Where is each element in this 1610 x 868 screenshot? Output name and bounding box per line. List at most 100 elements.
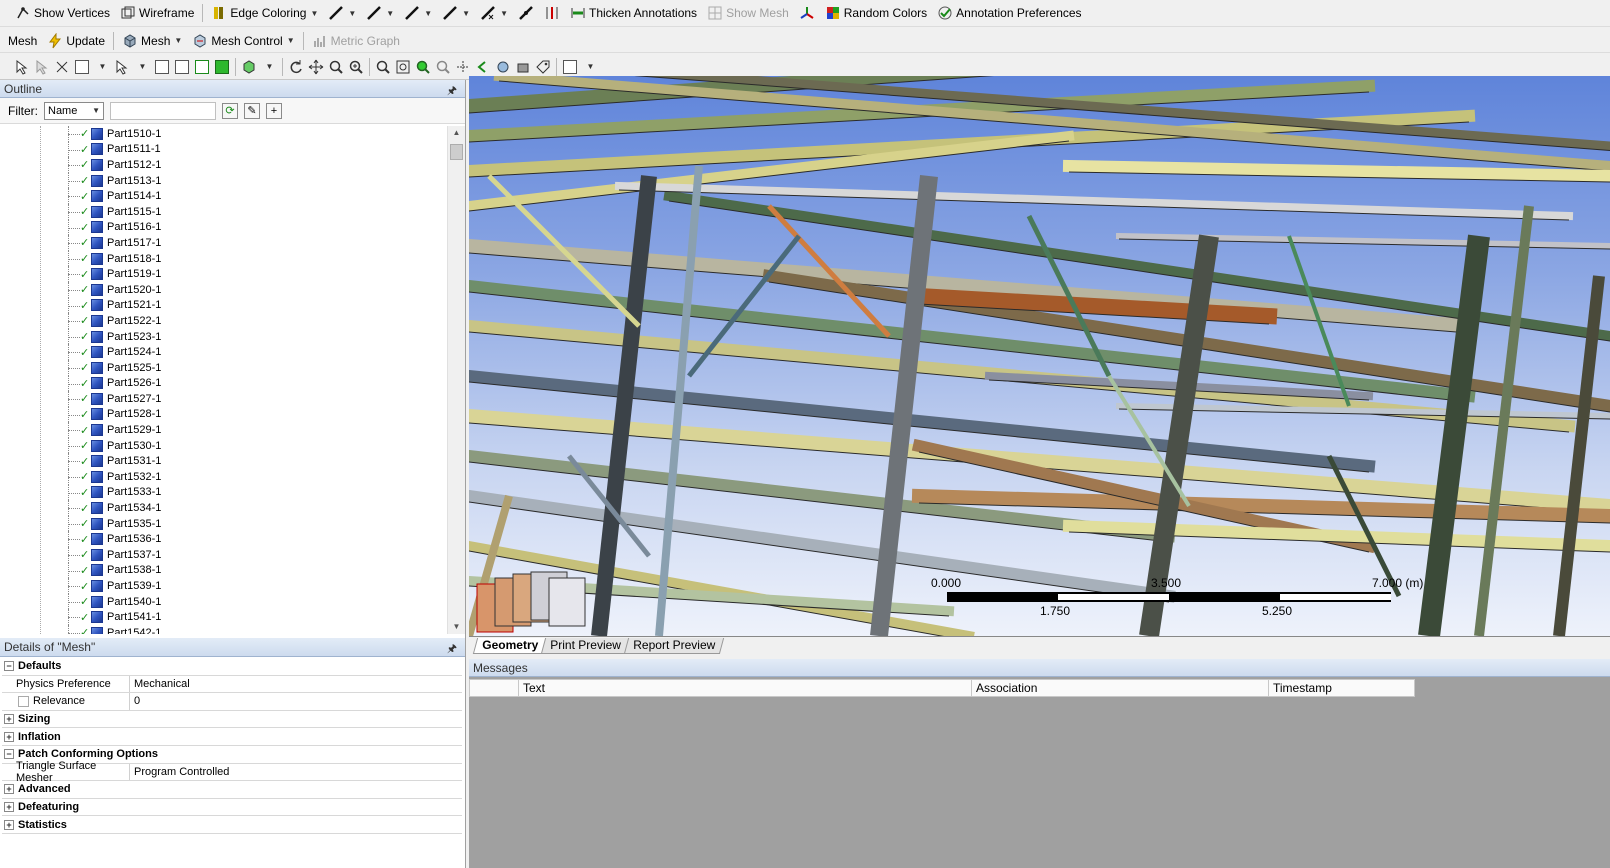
details-group-row[interactable]: + Inflation [2, 728, 462, 746]
details-property-row[interactable]: Relevance 0 [2, 693, 462, 711]
tree-item[interactable]: ✓ Part1513-1 [0, 172, 446, 189]
tree-item[interactable]: ✓ Part1528-1 [0, 406, 446, 423]
details-group-row[interactable]: + Sizing [2, 711, 462, 729]
property-value[interactable]: 0 [130, 695, 140, 707]
show-mesh-button[interactable]: Show Mesh [702, 2, 794, 24]
tree-item[interactable]: ✓ Part1518-1 [0, 250, 446, 267]
tree-item[interactable]: ✓ Part1531-1 [0, 453, 446, 469]
chevron-down-icon[interactable]: ▼ [132, 57, 152, 77]
tree-item[interactable]: ✓ Part1515-1 [0, 203, 446, 220]
scroll-down-icon[interactable]: ▼ [448, 620, 465, 634]
tree-item[interactable]: ✓ Part1536-1 [0, 531, 446, 547]
tree-item[interactable]: ✓ Part1526-1 [0, 375, 446, 392]
rotate-icon[interactable] [286, 57, 306, 77]
magnifier-window-icon[interactable] [453, 57, 473, 77]
tree-item[interactable]: ✓ Part1510-1 [0, 126, 446, 142]
tree-item[interactable]: ✓ Part1517-1 [0, 235, 446, 251]
tree-item[interactable]: ✓ Part1535-1 [0, 515, 446, 532]
select-body-icon[interactable] [192, 57, 212, 77]
mesh-control-button[interactable]: Mesh Control ▼ [187, 30, 299, 52]
next-view-icon[interactable] [493, 57, 513, 77]
zoom-icon[interactable] [326, 57, 346, 77]
column-timestamp[interactable]: Timestamp [1269, 679, 1415, 697]
tree-item[interactable]: ✓ Part1530-1 [0, 437, 446, 454]
tag-icon[interactable] [533, 57, 553, 77]
tree-item[interactable]: ✓ Part1534-1 [0, 500, 446, 516]
previous-view-icon[interactable] [473, 57, 493, 77]
annotation-preferences-button[interactable]: Annotation Preferences [932, 2, 1086, 24]
select-mode-icon[interactable] [12, 57, 32, 77]
details-group-row[interactable]: + Defeaturing [2, 799, 462, 817]
filter-select[interactable]: Name ▼ [44, 101, 104, 120]
random-colors-button[interactable]: Random Colors [820, 2, 932, 24]
tree-item[interactable]: ✓ Part1542-1 [0, 625, 446, 634]
select-edge-icon[interactable] [152, 57, 172, 77]
tree-item[interactable]: ✓ Part1511-1 [0, 141, 446, 158]
column-text[interactable]: Text [519, 679, 972, 697]
chevron-down-icon[interactable]: ▼ [259, 57, 279, 77]
scroll-thumb[interactable] [450, 144, 463, 160]
clear-filter-icon[interactable]: ✎ [244, 102, 260, 119]
zoom-green-icon[interactable] [413, 57, 433, 77]
edge-style-4-button[interactable]: ▼ [437, 2, 475, 24]
tree-item[interactable]: ✓ Part1539-1 [0, 578, 446, 594]
box-zoom-icon[interactable] [346, 57, 366, 77]
update-button[interactable]: Update [42, 30, 110, 52]
details-group-row[interactable]: − Defaults [2, 658, 462, 676]
show-vertices-button[interactable]: Show Vertices [10, 2, 115, 24]
metric-graph-button[interactable]: Metric Graph [307, 30, 405, 52]
select-faded-icon[interactable] [32, 57, 52, 77]
pin-icon[interactable]: 🖈 [447, 82, 457, 101]
expander-icon[interactable]: + [4, 802, 14, 813]
tree-item[interactable]: ✓ Part1521-1 [0, 297, 446, 314]
zoom-selection-icon[interactable] [393, 57, 413, 77]
column-association[interactable]: Association [972, 679, 1269, 697]
tree-item[interactable]: ✓ Part1514-1 [0, 188, 446, 204]
filter-input[interactable] [110, 101, 216, 120]
tree-item[interactable]: ✓ Part1541-1 [0, 609, 446, 625]
edge-style-3-button[interactable]: ▼ [399, 2, 437, 24]
expander-icon[interactable]: − [4, 749, 14, 760]
expand-all-icon[interactable]: + [266, 102, 282, 119]
tree-item[interactable]: ✓ Part1540-1 [0, 593, 446, 610]
edge-style-1-button[interactable]: ▼ [323, 2, 361, 24]
select-green-body-icon[interactable] [212, 57, 232, 77]
select-vertex-icon[interactable] [112, 57, 132, 77]
tree-item[interactable]: ✓ Part1519-1 [0, 266, 446, 282]
scroll-up-icon[interactable]: ▲ [448, 126, 465, 140]
edge-red-button[interactable] [539, 2, 565, 24]
tree-item[interactable]: ✓ Part1533-1 [0, 484, 446, 501]
view-cube-icon[interactable] [475, 570, 615, 636]
select-points-icon[interactable] [52, 57, 72, 77]
tree-item[interactable]: ✓ Part1525-1 [0, 359, 446, 376]
zoom-to-fit-icon[interactable] [373, 57, 393, 77]
edge-style-6-button[interactable] [513, 2, 539, 24]
parameter-checkbox[interactable] [18, 695, 29, 707]
property-value[interactable]: Program Controlled [130, 766, 229, 778]
select-surface-icon[interactable] [172, 57, 192, 77]
pin-icon[interactable]: 🖈 [447, 640, 457, 659]
tree-item[interactable]: ✓ Part1532-1 [0, 469, 446, 485]
details-group-row[interactable]: + Advanced [2, 781, 462, 799]
property-value[interactable]: Mechanical [130, 678, 190, 690]
isometric-view-icon[interactable] [513, 57, 533, 77]
tree-item[interactable]: ✓ Part1512-1 [0, 157, 446, 173]
triad-button[interactable] [794, 2, 820, 24]
expander-icon[interactable]: + [4, 714, 14, 725]
expander-icon[interactable]: − [4, 661, 14, 672]
tree-item[interactable]: ✓ Part1522-1 [0, 313, 446, 329]
tree-item[interactable]: ✓ Part1538-1 [0, 562, 446, 579]
details-group-row[interactable]: + Statistics [2, 816, 462, 834]
chevron-down-icon[interactable]: ▼ [92, 57, 112, 77]
edge-coloring-button[interactable]: Edge Coloring ▼ [206, 2, 323, 24]
mesh-dropdown-button[interactable]: Mesh ▼ [117, 30, 187, 52]
viewport-layout-icon[interactable] [560, 57, 580, 77]
expander-icon[interactable]: + [4, 819, 14, 830]
details-property-row[interactable]: Physics Preference Mechanical [2, 675, 462, 694]
tab-print-preview[interactable]: Print Preview [540, 638, 630, 654]
expander-icon[interactable]: + [4, 784, 14, 795]
extend-selection-icon[interactable] [239, 57, 259, 77]
edge-style-2-button[interactable]: ▼ [361, 2, 399, 24]
details-property-row[interactable]: Triangle Surface Mesher Program Controlle… [2, 760, 462, 784]
geometry-viewport[interactable]: 0.000 3.500 7.000 (m) 1.750 5.250 [469, 76, 1610, 636]
